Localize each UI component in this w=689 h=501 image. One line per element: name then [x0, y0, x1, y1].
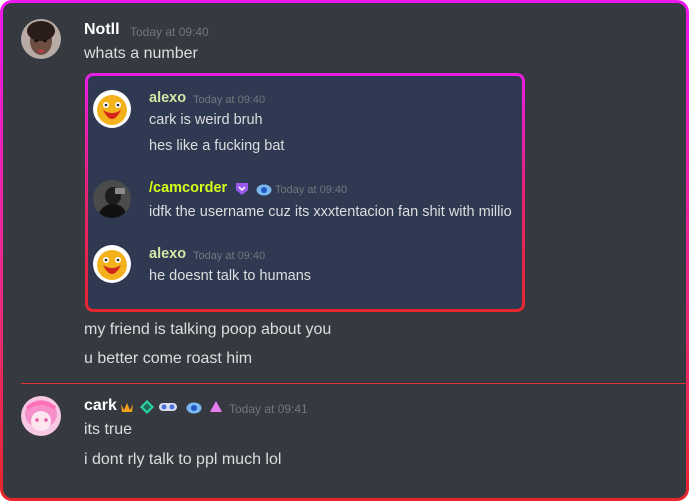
- screenshot-frame: Notll Today at 09:40 whats a number alex…: [0, 0, 689, 501]
- chat-pane: Notll Today at 09:40 whats a number alex…: [3, 3, 686, 498]
- cark-timestamp: Today at 09:41: [229, 402, 308, 416]
- alexo-message-line: hes like a fucking bat: [149, 138, 285, 154]
- notll-message-line: u better come roast him: [84, 350, 253, 367]
- camcorder-message-line: idfk the username cuz its xxxtentacion f…: [149, 204, 512, 220]
- cark-username[interactable]: cark: [84, 397, 117, 415]
- goggles-badge-icon: [158, 400, 178, 414]
- notll-username[interactable]: Notll: [84, 21, 120, 39]
- quoted-messages-box: alexo Today at 09:40 cark is weird bruh …: [85, 73, 525, 312]
- boost-badge-icon: [140, 400, 154, 414]
- alexo-message-line: cark is weird bruh: [149, 112, 263, 128]
- triangle-badge-icon: [209, 400, 223, 414]
- alexo-timestamp: Today at 09:40: [193, 250, 266, 262]
- alexo-avatar[interactable]: [93, 90, 131, 128]
- cark-avatar[interactable]: [21, 396, 61, 436]
- nitro-badge-icon: [186, 401, 202, 415]
- notll-message-line: whats a number: [84, 45, 198, 62]
- notll-avatar[interactable]: [21, 19, 61, 59]
- alexo-timestamp: Today at 09:40: [193, 94, 266, 106]
- shield-badge-icon: [235, 182, 249, 196]
- notll-timestamp: Today at 09:40: [130, 25, 209, 39]
- alexo-username[interactable]: alexo: [149, 90, 186, 106]
- camcorder-timestamp: Today at 09:40: [275, 184, 348, 196]
- new-messages-divider: [21, 383, 686, 384]
- hypesquad-badge-icon: [120, 400, 134, 414]
- cark-message-line: its true: [84, 421, 133, 438]
- cark-message-line: i dont rly talk to ppl much lol: [84, 451, 282, 468]
- camcorder-avatar[interactable]: [93, 180, 131, 218]
- notll-message-line: my friend is talking poop about you: [84, 321, 332, 338]
- nitro-badge-icon: [256, 183, 272, 197]
- alexo-avatar[interactable]: [93, 245, 131, 283]
- camcorder-username[interactable]: /camcorder: [149, 180, 227, 196]
- alexo-message-line: he doesnt talk to humans: [149, 268, 312, 284]
- quoted-messages-inner: alexo Today at 09:40 cark is weird bruh …: [88, 76, 522, 309]
- alexo-username[interactable]: alexo: [149, 246, 186, 262]
